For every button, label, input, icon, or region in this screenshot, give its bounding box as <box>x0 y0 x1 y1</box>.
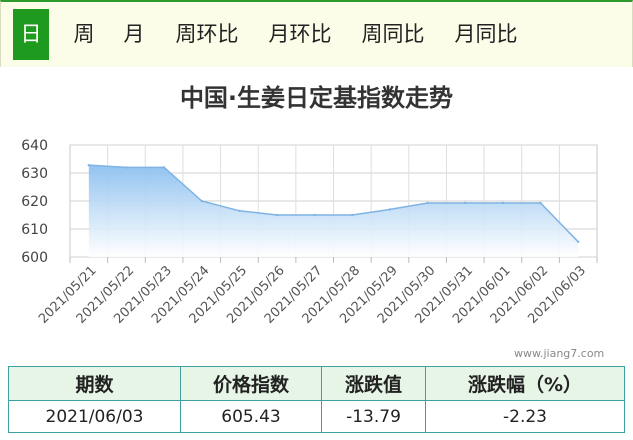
data-point <box>200 199 203 203</box>
header-price-index: 价格指数 <box>180 366 322 401</box>
data-point <box>388 208 392 211</box>
data-point <box>313 213 316 217</box>
data-point <box>162 166 166 169</box>
table-header-row: 期数 价格指数 涨跌值 涨跌幅（%） <box>8 366 625 401</box>
data-point <box>275 213 279 217</box>
data-point <box>351 213 354 217</box>
cell-price-index: 605.43 <box>180 400 322 433</box>
summary-table: 期数 价格指数 涨跌值 涨跌幅（%） 2021/06/03 605.43 -13… <box>8 366 625 433</box>
cell-period: 2021/06/03 <box>8 400 181 433</box>
table-row: 2021/06/03 605.43 -13.79 -2.23 <box>8 400 625 433</box>
data-point <box>539 201 542 205</box>
header-change-value: 涨跌值 <box>321 366 426 401</box>
y-tick-label: 640 <box>21 138 48 154</box>
y-tick-label: 620 <box>21 194 48 210</box>
data-point <box>464 201 467 205</box>
y-tick-label: 630 <box>21 166 48 182</box>
header-change-percent: 涨跌幅（%） <box>425 366 625 401</box>
y-tick-label: 610 <box>21 222 48 238</box>
data-point <box>501 201 505 205</box>
cell-change-percent: -2.23 <box>425 400 625 433</box>
y-tick-label: 600 <box>21 250 48 266</box>
data-point <box>125 166 128 169</box>
data-point <box>238 209 241 212</box>
data-point <box>576 240 580 243</box>
header-period: 期数 <box>8 366 181 401</box>
cell-change-value: -13.79 <box>321 400 426 433</box>
data-point <box>426 201 429 205</box>
watermark-text: www.jiang7.com <box>514 347 605 360</box>
data-point <box>87 163 91 167</box>
